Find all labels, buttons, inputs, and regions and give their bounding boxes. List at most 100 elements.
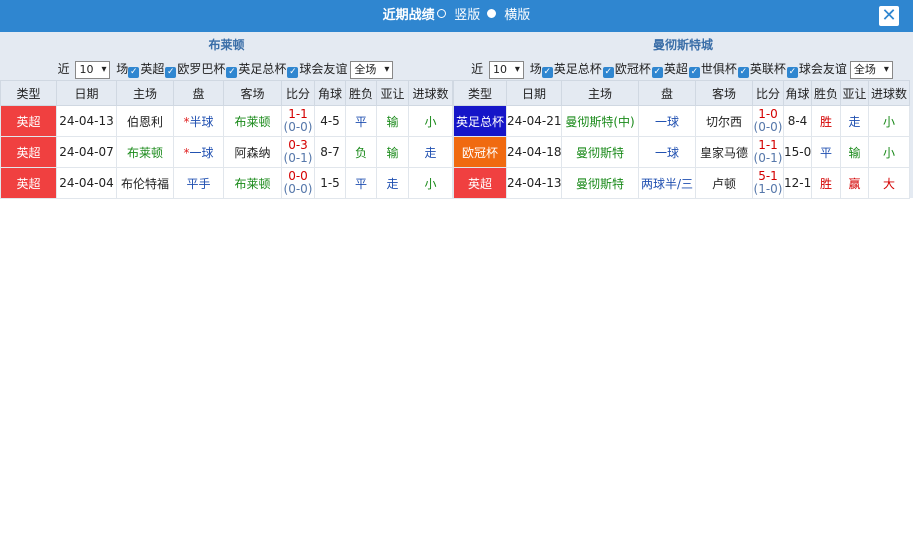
column-header: 日期 <box>506 80 562 106</box>
column-header: 进球数 <box>868 80 910 106</box>
unit-label: 场 <box>116 62 129 76</box>
column-header: 主场 <box>116 80 174 106</box>
column-header: 客场 <box>695 80 753 106</box>
handicap-cell: *一球 <box>173 136 224 168</box>
score-cell: 5-1 (1-0) <box>752 167 784 199</box>
half-score: (0-1) <box>283 151 313 165</box>
checkbox-icon[interactable]: ✓ <box>165 67 177 78</box>
corners-cell: 4-5 <box>314 105 346 137</box>
dialog-title: 近期战绩 <box>382 8 435 23</box>
score-cell: 1-1 (0-1) <box>752 136 784 168</box>
header-title-bar: 近期战绩 竖版 横版 <box>0 0 913 32</box>
result-cell: 平 <box>811 136 841 168</box>
column-header: 盘 <box>638 80 696 106</box>
away-team[interactable]: 卢顿 <box>695 167 753 199</box>
away-team[interactable]: 皇家马德 <box>695 136 753 168</box>
checkbox-icon[interactable]: ✓ <box>128 67 140 78</box>
league-filter-label[interactable]: 球会友谊 <box>299 62 347 76</box>
checkbox-icon[interactable]: ✓ <box>651 67 663 78</box>
checkbox-icon[interactable]: ✓ <box>287 67 299 78</box>
away-team[interactable]: 布莱顿 <box>223 167 282 199</box>
away-team-panel: 曼彻斯特城近 10 场✓英足总杯✓欧冠杯✓英超✓世俱杯✓英联杯✓球会友谊全场类型… <box>453 32 913 199</box>
table-row: 英超 24-04-13 曼彻斯特 两球半/三 卢顿 5-1 (1-0) 12-1 胜赢大 <box>453 167 910 199</box>
scope-select[interactable]: 全场 <box>849 60 893 79</box>
column-header: 比分 <box>281 80 315 106</box>
away-team[interactable]: 布莱顿 <box>223 105 282 137</box>
checkbox-icon[interactable]: ✓ <box>226 67 238 78</box>
score-cell: 1-0 (0-0) <box>752 105 784 137</box>
match-date: 24-04-13 <box>56 105 117 137</box>
match-date: 24-04-04 <box>56 167 117 199</box>
result-cell: 负 <box>345 136 377 168</box>
handicap-value: 一球 <box>654 145 679 160</box>
asian-handicap-cell: 赢 <box>840 167 869 199</box>
home-team[interactable]: 曼彻斯特 <box>561 167 639 199</box>
handicap-cell: 平手 <box>173 167 224 199</box>
handicap-cell: 一球 <box>638 105 696 137</box>
handicap-cell: 一球 <box>638 136 696 168</box>
score-cell: 0-3 (0-1) <box>281 136 315 168</box>
league-filter-label[interactable]: 球会友谊 <box>799 62 847 76</box>
results-table: 类型 日期 主场盘客场 比分 角球 胜负 亚让 进球数 英足总杯 24-04-21 曼彻斯特(中) 一… <box>453 80 910 199</box>
column-header: 盘 <box>173 80 224 106</box>
checkbox-icon[interactable]: ✓ <box>541 67 553 78</box>
league-filter-label[interactable]: 欧冠杯 <box>615 62 651 76</box>
horizontal-radio[interactable] <box>486 9 496 18</box>
table-row: 英超 24-04-13 伯恩利 *半球 布莱顿 1-1 (0-0) 4-5 平输小 <box>0 105 453 137</box>
table-header-row: 类型 日期 主场盘客场 比分 角球 胜负 亚让 进球数 <box>453 80 910 106</box>
column-header: 比分 <box>752 80 784 106</box>
match-date: 24-04-07 <box>56 136 117 168</box>
league-badge: 英超 <box>0 167 57 199</box>
goals-cell: 大 <box>868 167 910 199</box>
table-row: 欧冠杯 24-04-18 曼彻斯特 一球 皇家马德 1-1 (0-1) 15-0 平输小 <box>453 136 910 168</box>
column-header: 角球 <box>314 80 346 106</box>
close-icon[interactable]: ✕ <box>881 5 896 26</box>
league-filter-label[interactable]: 英足总杯 <box>238 62 286 76</box>
league-filter-label[interactable]: 英超 <box>664 62 688 76</box>
handicap-value: 一球 <box>654 114 679 129</box>
checkbox-icon[interactable]: ✓ <box>786 67 798 78</box>
home-team[interactable]: 曼彻斯特 <box>561 136 639 168</box>
vertical-label[interactable]: 竖版 <box>454 8 480 23</box>
checkbox-icon[interactable]: ✓ <box>602 67 614 78</box>
away-team[interactable]: 切尔西 <box>695 105 753 137</box>
table-header-row: 类型 日期 主场盘客场 比分 角球 胜负 亚让 进球数 <box>0 80 453 106</box>
handicap-value: 两球半/三 <box>640 176 694 191</box>
league-filter-label[interactable]: 英超 <box>140 62 164 76</box>
scope-select[interactable]: 全场 <box>350 60 394 79</box>
league-filter-label[interactable]: 世俱杯 <box>701 62 737 76</box>
handicap-cell: 两球半/三 <box>638 167 696 199</box>
league-badge: 英超 <box>0 105 57 137</box>
checkbox-icon[interactable]: ✓ <box>737 67 749 78</box>
league-filter-label[interactable]: 英足总杯 <box>554 62 602 76</box>
close-button[interactable]: ✕ <box>879 6 899 26</box>
checkbox-icon[interactable]: ✓ <box>688 67 700 78</box>
goals-cell: 走 <box>408 136 453 168</box>
away-team[interactable]: 阿森纳 <box>223 136 282 168</box>
home-team[interactable]: 伯恩利 <box>116 105 174 137</box>
horizontal-label[interactable]: 横版 <box>504 8 530 23</box>
column-header: 类型 <box>0 80 57 106</box>
filter-bar: 近 10 场✓英足总杯✓欧冠杯✓英超✓世俱杯✓英联杯✓球会友谊全场 <box>453 58 913 80</box>
home-team[interactable]: 布伦特福 <box>116 167 174 199</box>
score-cell: 1-1 (0-0) <box>281 105 315 137</box>
match-count-select[interactable]: 10 <box>488 60 524 79</box>
home-team[interactable]: 布莱顿 <box>116 136 174 168</box>
home-team[interactable]: 曼彻斯特(中) <box>561 105 639 137</box>
corners-cell: 15-0 <box>783 136 812 168</box>
match-date: 24-04-18 <box>506 136 562 168</box>
half-score: (0-1) <box>753 151 783 165</box>
half-score: (0-0) <box>753 120 783 134</box>
half-score: (0-0) <box>283 182 313 196</box>
asian-handicap-cell: 输 <box>376 136 409 168</box>
result-cell: 平 <box>345 105 377 137</box>
league-filter-label[interactable]: 英联杯 <box>750 62 786 76</box>
column-header: 角球 <box>783 80 812 106</box>
vertical-radio[interactable] <box>436 9 446 18</box>
filter-bar: 近 10 场✓英超✓欧罗巴杯✓英足总杯✓球会友谊全场 <box>0 58 453 80</box>
league-filter-label[interactable]: 欧罗巴杯 <box>177 62 225 76</box>
corners-cell: 1-5 <box>314 167 346 199</box>
unit-label: 场 <box>529 62 542 76</box>
asian-handicap-cell: 输 <box>376 105 409 137</box>
match-count-select[interactable]: 10 <box>75 60 111 79</box>
